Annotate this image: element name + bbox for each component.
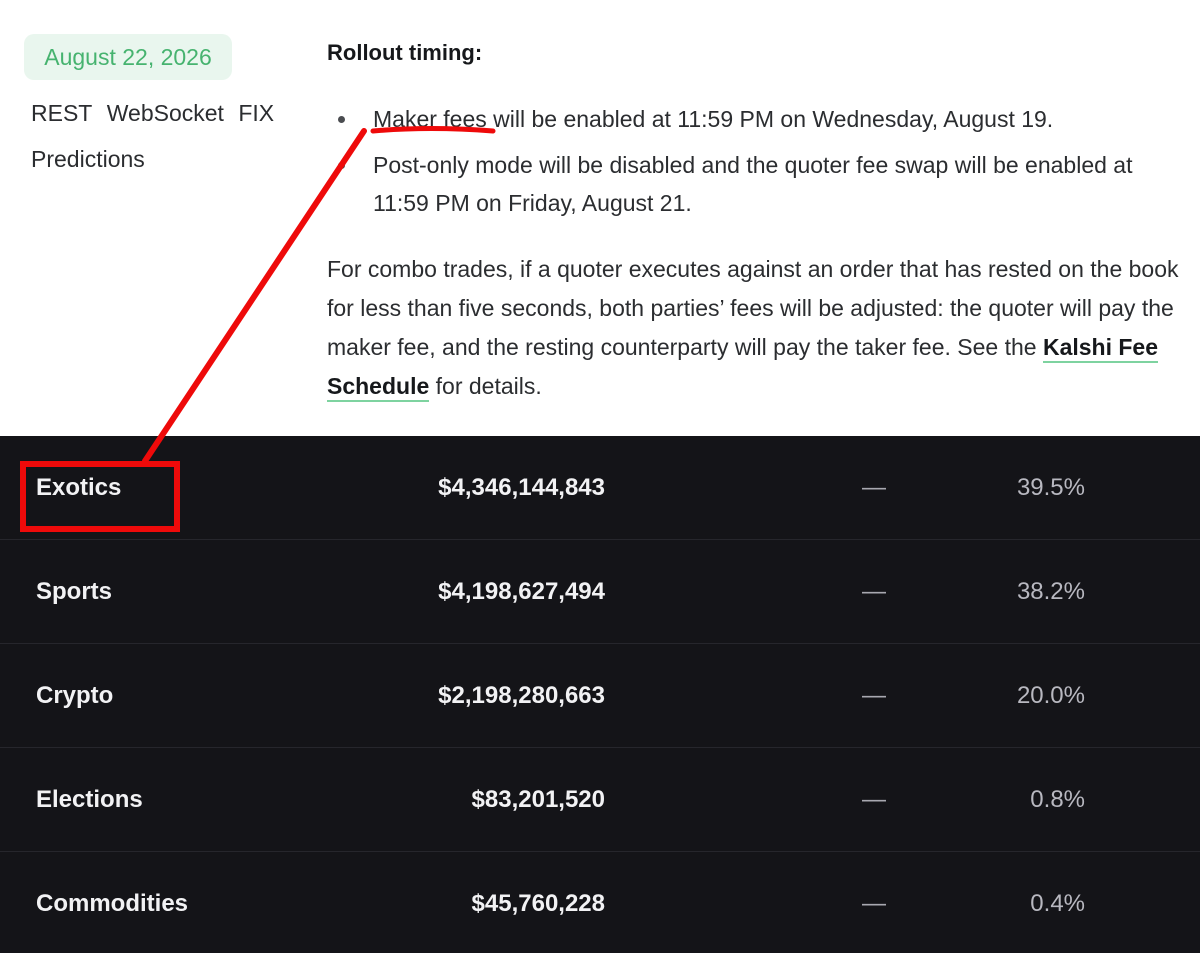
share-cell: 20.0% (1016, 682, 1085, 709)
change-cell: — (862, 474, 886, 501)
change-cell: — (862, 578, 886, 605)
volume-cell: $4,198,627,494 (438, 578, 605, 605)
category-cell: Elections (36, 786, 143, 813)
share-cell: 38.2% (1016, 578, 1085, 605)
change-cell: — (862, 786, 886, 813)
bullet-item-1: Maker fees will be enabled at 11:59 PM o… (373, 100, 1053, 138)
combo-trades-paragraph: For combo trades, if a quoter executes a… (327, 250, 1187, 406)
change-cell: — (862, 682, 886, 709)
volume-cell: $2,198,280,663 (438, 682, 605, 709)
maker-fees-text: Maker fees (373, 106, 487, 132)
tag-fix[interactable]: FIX (238, 100, 274, 126)
tag-websocket[interactable]: WebSocket (107, 100, 224, 126)
api-tags: REST WebSocket FIX (31, 100, 282, 127)
rollout-heading: Rollout timing: (327, 40, 483, 65)
share-cell: 0.4% (1030, 890, 1085, 917)
volume-cell: $83,201,520 (471, 786, 605, 813)
category-volume-table: Exotics $4,346,144,843 — 39.5% Sports $4… (0, 436, 1200, 953)
volume-cell: $4,346,144,843 (438, 474, 605, 501)
table-row[interactable]: Sports $4,198,627,494 — 38.2% (0, 540, 1200, 644)
bullet-2-line-1: Post-only mode will be disabled and the … (373, 152, 1133, 178)
table-row[interactable]: Exotics $4,346,144,843 — 39.5% (0, 436, 1200, 540)
category-cell: Commodities (36, 890, 189, 917)
tag-predictions[interactable]: Predictions (31, 146, 145, 173)
category-cell: Sports (36, 578, 113, 605)
date-badge: August 22, 2026 (24, 34, 232, 80)
change-cell: — (862, 890, 886, 917)
changelog-panel: August 22, 2026 REST WebSocket FIX Predi… (0, 0, 1200, 436)
annotation-highlight-box (20, 461, 180, 532)
bullet-icon (338, 162, 345, 169)
bullet-1-rest: will be enabled at 11:59 PM on Wednesday… (486, 106, 1054, 132)
tag-rest[interactable]: REST (31, 100, 92, 126)
table-row[interactable]: Commodities $45,760,228 — 0.4% (0, 852, 1200, 956)
share-cell: 0.8% (1030, 786, 1085, 813)
table-row[interactable]: Elections $83,201,520 — 0.8% (0, 748, 1200, 852)
bullet-item-2: Post-only mode will be disabled and the … (373, 146, 1193, 222)
paragraph-tail: for details. (429, 373, 542, 399)
category-cell: Crypto (36, 682, 114, 709)
bullet-2-line-2: 11:59 PM on Friday, August 21. (373, 190, 692, 216)
volume-cell: $45,760,228 (471, 890, 605, 917)
bullet-icon (338, 116, 345, 123)
share-cell: 39.5% (1016, 474, 1085, 501)
table-row[interactable]: Crypto $2,198,280,663 — 20.0% (0, 644, 1200, 748)
